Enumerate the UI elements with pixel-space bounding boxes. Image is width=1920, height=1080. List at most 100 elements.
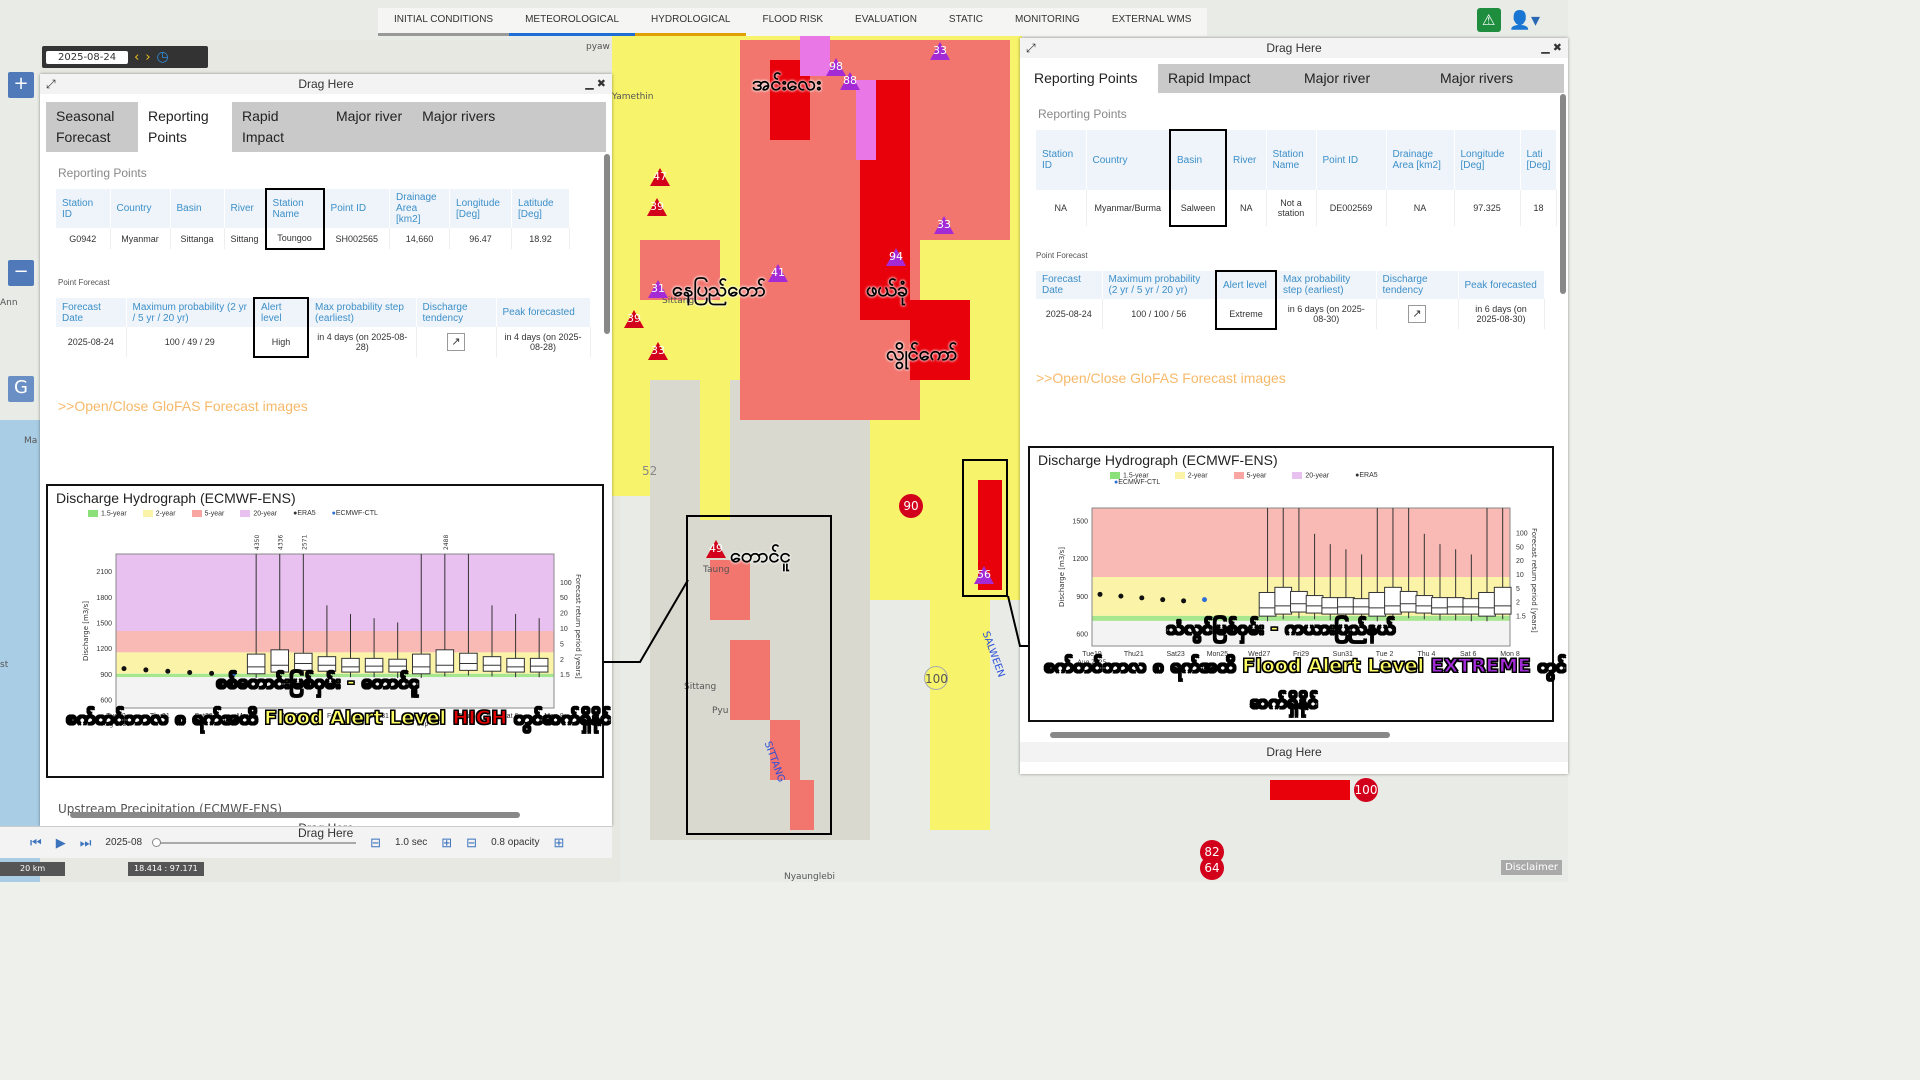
reporting-point-marker[interactable]: 33 xyxy=(930,42,950,60)
reporting-point-marker[interactable]: 31 xyxy=(648,280,668,298)
expand-icon[interactable]: ⤢ xyxy=(46,74,56,94)
reporting-point-marker[interactable]: 33 xyxy=(934,216,954,234)
col-header: Lati [Deg] xyxy=(1520,130,1558,190)
tab-static[interactable]: STATIC xyxy=(932,8,999,36)
col-header: Discharge tendency xyxy=(1376,271,1459,299)
glofas-images-link[interactable]: >>Open/Close GloFAS Forecast images xyxy=(1020,330,1568,386)
tab-rapid-impact[interactable]: Rapid Impact xyxy=(1158,64,1294,93)
reporting-point-marker[interactable]: 33 xyxy=(648,342,668,360)
chevron-left-icon[interactable]: ‹ xyxy=(134,50,139,65)
outlier-value-label: 4336 xyxy=(278,535,285,550)
tab-external-wms[interactable]: EXTERNAL WMS xyxy=(1095,8,1208,36)
date-display[interactable]: 2025-08-24 xyxy=(46,50,129,64)
expand-icon[interactable]: ⤢ xyxy=(1026,38,1036,58)
top-right-tools: ⚠ 👤▾ xyxy=(1476,8,1540,32)
time-slider[interactable] xyxy=(152,837,357,847)
col-header: Basin xyxy=(170,189,225,228)
window-controls[interactable]: ▁ ✖ xyxy=(1541,38,1562,58)
zoom-out-button[interactable]: − xyxy=(8,260,34,286)
right-tick-label: 20 xyxy=(1516,558,1524,565)
reporting-point-marker[interactable]: 47 xyxy=(650,168,670,186)
reporting-point-marker[interactable]: 39 xyxy=(647,198,667,216)
map-small-label: Yamethin xyxy=(612,92,654,102)
tab-evaluation[interactable]: EVALUATION xyxy=(839,8,933,36)
box-body xyxy=(1352,598,1371,615)
era5-point xyxy=(1118,593,1124,599)
right-tick-label: 2 xyxy=(560,657,564,664)
reporting-point-marker[interactable]: 88 xyxy=(840,72,860,90)
tab-rapid-impact[interactable]: Rapid Impact xyxy=(232,102,326,152)
flood-layer-20yr xyxy=(1270,780,1350,800)
reporting-point-marker[interactable]: 90 xyxy=(899,494,923,518)
band-5yr xyxy=(116,631,554,653)
drag-handle-left-bottom[interactable]: Drag Here xyxy=(298,826,353,840)
drag-handle[interactable]: ⤢ Drag Here ▁ ✖ xyxy=(40,74,612,94)
ecmwf-ctl-point xyxy=(1202,597,1207,603)
play-icon[interactable]: ▶ xyxy=(56,835,66,851)
chevron-right-icon[interactable]: › xyxy=(145,50,150,65)
opacity-display: 0.8 opacity xyxy=(491,837,540,848)
y-tick-label: 900 xyxy=(100,672,112,679)
chart-legend: 1.5-year 2-year 5-year 20-year ●ERA5 ●EC… xyxy=(48,510,602,517)
col-header: Discharge tendency xyxy=(416,298,497,327)
reporting-point-marker[interactable]: 64 xyxy=(1200,856,1224,880)
forward-icon[interactable]: ⏭ xyxy=(80,835,92,851)
y2-axis-label: Forecast return period [years] xyxy=(574,574,582,679)
tab-hydrological[interactable]: HYDROLOGICAL xyxy=(635,8,747,36)
tab-major-rivers[interactable]: Major rivers xyxy=(1430,64,1523,93)
plus-icon[interactable]: ⊞ xyxy=(553,835,564,851)
hydrograph-title: Discharge Hydrograph (ECMWF-ENS) xyxy=(56,490,296,506)
minus-icon[interactable]: ⊟ xyxy=(466,835,477,851)
tab-major-river[interactable]: Major river xyxy=(326,102,412,152)
box-body xyxy=(482,656,502,672)
disclaimer-link[interactable]: Disclaimer xyxy=(1501,860,1562,875)
reporting-point-marker[interactable]: 100 xyxy=(924,666,948,690)
tab-reporting-points[interactable]: Reporting Points xyxy=(138,102,232,152)
reporting-point-marker[interactable]: 39 xyxy=(624,310,644,328)
box-body xyxy=(1399,590,1418,613)
window-controls[interactable]: ▁ ✖ xyxy=(585,74,606,94)
chart-legend: 1.5-year 2-year 5-year 20-year ●ERA5 xyxy=(1030,472,1552,479)
rewind-icon[interactable]: ⏮ xyxy=(30,835,42,851)
right-tick-label: 10 xyxy=(1516,572,1524,579)
reporting-point-marker[interactable]: 41 xyxy=(768,264,788,282)
right-tick-label: 1.5 xyxy=(1516,613,1526,620)
drag-handle[interactable]: ⤢ Drag Here ▁ ✖ xyxy=(1020,38,1568,58)
drag-handle-bottom[interactable]: Drag Here xyxy=(1020,742,1568,762)
alert-warning-icon[interactable]: ⚠ xyxy=(1476,8,1501,32)
right-tick-label: 10 xyxy=(560,626,568,633)
drag-handle-bottom[interactable]: Drag Here xyxy=(40,818,612,826)
y-tick-label: 1800 xyxy=(96,595,112,602)
legend-item: 2-year xyxy=(1174,472,1208,479)
reporting-point-marker[interactable]: 100 xyxy=(1354,778,1378,802)
layer-g-button[interactable]: G xyxy=(8,376,34,402)
col-header: Basin xyxy=(1169,129,1227,190)
tab-monitoring[interactable]: MONITORING xyxy=(999,8,1096,36)
tab-initial-conditions[interactable]: INITIAL CONDITIONS xyxy=(378,8,510,36)
era5-point xyxy=(1139,595,1145,601)
glofas-images-link[interactable]: >>Open/Close GloFAS Forecast images xyxy=(40,358,612,414)
tab-major-river[interactable]: Major river xyxy=(1294,64,1430,93)
clock-icon[interactable]: ◷ xyxy=(157,49,169,65)
box-body xyxy=(529,657,549,673)
caption-right-line1: သံလွင်မြစ်ဝှမ်း - ကယားပြည်နယ် xyxy=(1165,617,1396,640)
zoom-in-button[interactable]: + xyxy=(8,72,34,98)
speed-display: 1.0 sec xyxy=(395,837,428,848)
panel-scrollbar[interactable] xyxy=(604,154,610,334)
panel-scrollbar[interactable] xyxy=(1560,94,1566,294)
tab-flood-risk[interactable]: FLOOD RISK xyxy=(746,8,840,36)
flood-layer-2yr xyxy=(700,380,730,520)
tab-reporting-points[interactable]: Reporting Points xyxy=(1024,64,1158,93)
minus-icon[interactable]: ⊟ xyxy=(370,835,381,851)
hydrograph-chart: 2100180015001200900600100502010521.5Tue1… xyxy=(82,535,582,728)
plus-icon[interactable]: ⊞ xyxy=(441,835,452,851)
reporting-point-marker[interactable]: 94 xyxy=(886,248,906,266)
user-icon[interactable]: 👤▾ xyxy=(1509,10,1540,31)
legend-item: ●ECMWF-CTL xyxy=(1114,479,1161,487)
box-body xyxy=(270,649,290,673)
tab-seasonal-forecast[interactable]: Seasonal Forecast xyxy=(46,102,138,152)
panel-hscrollbar[interactable] xyxy=(1050,732,1390,738)
tab-meteorological[interactable]: METEOROLOGICAL xyxy=(509,8,635,36)
tab-major-rivers[interactable]: Major rivers xyxy=(412,102,505,152)
col-header: Station ID xyxy=(1036,130,1087,190)
